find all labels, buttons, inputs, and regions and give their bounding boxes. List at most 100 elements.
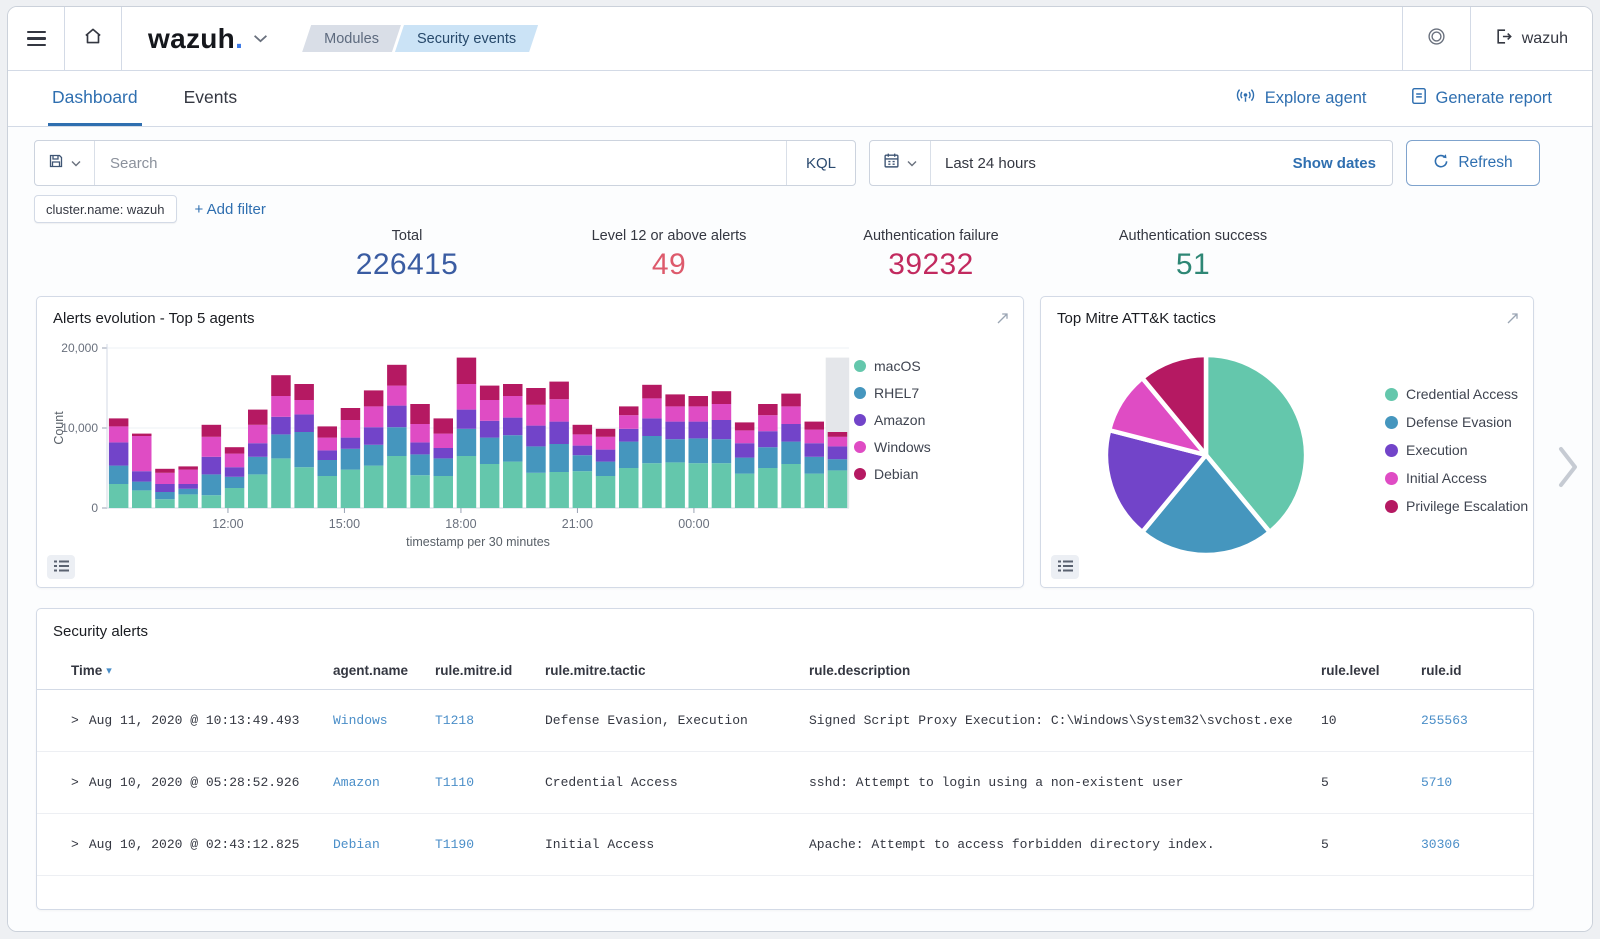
stat-value: 39232 xyxy=(800,248,1062,282)
list-icon xyxy=(1058,560,1073,575)
breadcrumb-security-events[interactable]: Security events xyxy=(395,25,538,52)
expand-panel-button[interactable] xyxy=(994,310,1011,330)
mitre_id-link[interactable]: T1218 xyxy=(435,713,545,728)
logo-text: wazuh xyxy=(148,23,235,55)
expand-row-icon[interactable]: > xyxy=(71,837,79,852)
stat-label: Authentication failure xyxy=(800,228,1062,244)
legend-label: Windows xyxy=(874,439,931,455)
legend-label: macOS xyxy=(874,358,921,374)
column-header-id[interactable]: rule.id xyxy=(1421,663,1509,678)
column-header-mitre_id[interactable]: rule.mitre.id xyxy=(435,663,545,678)
breadcrumb: Modules Security events xyxy=(302,25,538,52)
news-button[interactable] xyxy=(1403,7,1470,70)
wazuh-logo[interactable]: wazuh. xyxy=(148,23,243,55)
bar-legend-item[interactable]: Amazon xyxy=(854,412,972,428)
time-range-value[interactable]: Last 24 hours xyxy=(931,141,1277,185)
cell-tactic: Defense Evasion, Execution xyxy=(545,713,809,728)
agent-link[interactable]: Amazon xyxy=(333,775,435,790)
agent-link[interactable]: Debian xyxy=(333,837,435,852)
filter-pill[interactable]: cluster.name: wazuh xyxy=(34,195,177,223)
explore-agent-label: Explore agent xyxy=(1265,89,1367,108)
pie-legend-item[interactable]: Initial Access xyxy=(1385,470,1528,486)
id-link[interactable]: 255563 xyxy=(1421,713,1509,728)
breadcrumb-modules[interactable]: Modules xyxy=(302,25,401,52)
cell-description: Apache: Attempt to access forbidden dire… xyxy=(809,837,1321,852)
pie-legend-item[interactable]: Privilege Escalation xyxy=(1385,498,1528,514)
cell-time: >Aug 10, 2020 @ 05:28:52.926 xyxy=(71,775,333,790)
y-axis-title: Count xyxy=(52,411,66,445)
mitre_id-link[interactable]: T1110 xyxy=(435,775,545,790)
legend-toggle-button[interactable] xyxy=(47,555,75,579)
cell-time: >Aug 11, 2020 @ 10:13:49.493 xyxy=(71,713,333,728)
chevron-down-icon[interactable] xyxy=(253,30,268,48)
bar-legend-item[interactable]: Windows xyxy=(854,439,972,455)
home-button[interactable] xyxy=(65,7,121,70)
legend-toggle-button[interactable] xyxy=(1051,555,1079,579)
chevron-down-icon xyxy=(907,154,917,172)
id-link[interactable]: 5710 xyxy=(1421,775,1509,790)
pie-chart-legend: Credential Access Defense Evasion Executio… xyxy=(1385,386,1528,514)
legend-dot xyxy=(1385,388,1398,401)
add-filter-button[interactable]: + Add filter xyxy=(195,201,266,218)
column-header-agent[interactable]: agent.name xyxy=(333,663,435,678)
agent-link[interactable]: Windows xyxy=(333,713,435,728)
id-link[interactable]: 30306 xyxy=(1421,837,1509,852)
column-header-level[interactable]: rule.level xyxy=(1321,663,1421,678)
explore-agent-button[interactable]: Explore agent xyxy=(1235,87,1367,110)
legend-dot xyxy=(1385,416,1398,429)
tab-events[interactable]: Events xyxy=(180,71,242,126)
pie-legend-item[interactable]: Credential Access xyxy=(1385,386,1528,402)
legend-dot xyxy=(854,360,866,372)
expand-panel-button[interactable] xyxy=(1504,310,1521,330)
column-header-time[interactable]: Time▾ xyxy=(71,663,333,678)
chevron-right-icon xyxy=(1556,477,1580,494)
cell-time: >Aug 10, 2020 @ 02:43:12.825 xyxy=(71,837,333,852)
generate-report-button[interactable]: Generate report xyxy=(1411,87,1552,110)
divider xyxy=(121,7,122,70)
search-input[interactable] xyxy=(95,141,786,185)
bar-legend-item[interactable]: Debian xyxy=(854,466,972,482)
show-dates-button[interactable]: Show dates xyxy=(1277,141,1392,185)
column-header-tactic[interactable]: rule.mitre.tactic xyxy=(545,663,809,678)
expand-row-icon[interactable]: > xyxy=(71,713,79,728)
svg-text:10,000: 10,000 xyxy=(61,421,98,435)
cell-tactic: Initial Access xyxy=(545,837,809,852)
pie-legend-item[interactable]: Execution xyxy=(1385,442,1528,458)
refresh-button[interactable]: Refresh xyxy=(1406,140,1540,186)
cell-description: Signed Script Proxy Execution: C:\Window… xyxy=(809,713,1321,728)
tab-dashboard[interactable]: Dashboard xyxy=(48,71,142,126)
bar-legend-item[interactable]: RHEL7 xyxy=(854,385,972,401)
svg-text:15:00: 15:00 xyxy=(329,517,360,531)
legend-dot xyxy=(1385,500,1398,513)
tab-bar: Dashboard Events Explore agent Generate … xyxy=(8,71,1592,127)
broadcast-icon xyxy=(1235,87,1256,110)
bar-legend-item[interactable]: macOS xyxy=(854,358,972,374)
cell-description: sshd: Attempt to login using a non-exist… xyxy=(809,775,1321,790)
stat-value: 51 xyxy=(1062,248,1324,282)
next-page-chevron[interactable] xyxy=(1556,444,1580,495)
security-alerts-table: Time▾agent.namerule.mitre.idrule.mitre.t… xyxy=(37,652,1533,876)
alerts-evolution-panel: Alerts evolution - Top 5 agents 010,0002… xyxy=(36,296,1024,588)
table-row: >Aug 10, 2020 @ 02:43:12.825DebianT1190I… xyxy=(37,814,1533,876)
svg-text:00:00: 00:00 xyxy=(678,517,709,531)
kql-toggle[interactable]: KQL xyxy=(786,141,855,185)
bar-chart-legend: macOS RHEL7 Amazon Windows Debian xyxy=(854,358,972,551)
panel-title: Alerts evolution - Top 5 agents xyxy=(53,310,255,327)
expand-row-icon[interactable]: > xyxy=(71,775,79,790)
calendar-button[interactable] xyxy=(870,141,931,185)
menu-button[interactable] xyxy=(8,7,64,70)
saved-queries-button[interactable] xyxy=(35,141,95,185)
column-header-description[interactable]: rule.description xyxy=(809,663,1321,678)
stat-metric: Total226415 xyxy=(276,228,538,292)
calendar-icon xyxy=(883,152,900,174)
stat-value: 49 xyxy=(538,248,800,282)
legend-dot xyxy=(854,441,866,453)
logout-button[interactable]: wazuh xyxy=(1471,7,1592,70)
legend-dot xyxy=(854,414,866,426)
pie-legend-item[interactable]: Defense Evasion xyxy=(1385,414,1528,430)
bar-chart-bars[interactable] xyxy=(109,358,847,508)
x-axis-title: timestamp per 30 minutes xyxy=(406,535,550,549)
cell-tactic: Credential Access xyxy=(545,775,809,790)
stats-row: Total226415Level 12 or above alerts49Aut… xyxy=(8,228,1592,292)
mitre_id-link[interactable]: T1190 xyxy=(435,837,545,852)
